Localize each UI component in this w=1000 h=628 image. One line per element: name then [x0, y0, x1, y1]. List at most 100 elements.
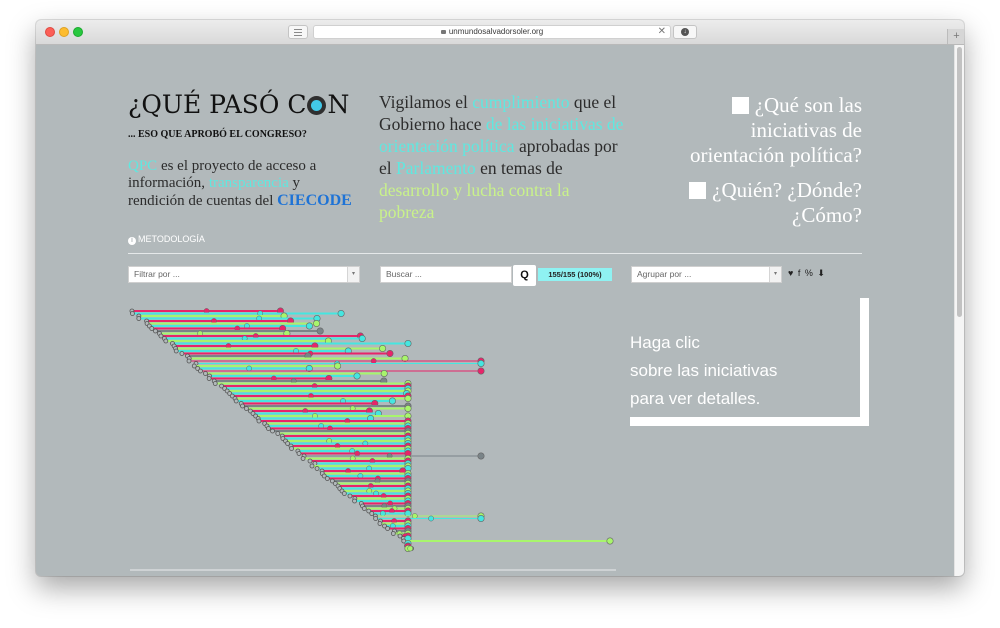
sidebar-toggle-icon[interactable] [288, 25, 308, 39]
site-logo[interactable]: ¿QUÉ PASÓ C N [128, 90, 349, 119]
initiative-end-marker[interactable] [404, 339, 412, 347]
initiative-end-marker[interactable] [313, 319, 321, 327]
group-by-select[interactable]: Agrupar por ... ▾ [631, 266, 782, 283]
initiative-start-marker[interactable] [361, 506, 367, 511]
browser-window: unmundosalvadorsoler.org ✕ ↓ + ¿QUÉ PASÓ… [36, 20, 964, 576]
search-button[interactable]: Q [513, 265, 536, 286]
title-bar: unmundosalvadorsoler.org ✕ ↓ + [36, 20, 964, 45]
logo-text-2: N [327, 90, 350, 119]
initiative-start-marker[interactable] [373, 516, 379, 521]
downloads-button[interactable]: ↓ [673, 25, 697, 39]
qpc-link[interactable]: QPC [128, 158, 157, 174]
initiative-start-marker[interactable] [390, 531, 396, 536]
initiative-end-marker[interactable] [404, 395, 412, 403]
initiative-end-marker[interactable] [334, 362, 342, 370]
initiative-start-marker[interactable] [179, 351, 185, 356]
initiatives-timeline-chart[interactable]: Ene-13 Ene-14 Ene-15 Ene-16 Ene-17 Ene-18 [126, 303, 626, 576]
initiative-start-marker[interactable] [212, 381, 218, 386]
initiative-start-marker[interactable] [385, 526, 391, 531]
x-tick-label: Ene-18 [544, 574, 572, 576]
initiative-start-marker[interactable] [307, 458, 313, 464]
initiative-start-marker[interactable] [369, 511, 375, 516]
page-content: ¿QUÉ PASÓ C N ... ESO QUE APROBÓ EL CONGR… [36, 45, 954, 576]
initiative-start-marker[interactable] [341, 491, 347, 496]
x-tick-label: Ene-17 [472, 574, 500, 576]
chevron-down-icon: ▾ [347, 267, 359, 282]
initiative-end-marker[interactable] [606, 537, 614, 545]
initiative-start-marker[interactable] [233, 398, 239, 404]
initiative-end-marker[interactable] [404, 405, 412, 413]
initiative-end-marker[interactable] [477, 359, 485, 367]
initiative-start-marker[interactable] [324, 476, 330, 481]
initiative-start-marker[interactable] [198, 368, 203, 374]
address-bar[interactable]: unmundosalvadorsoler.org ✕ [313, 25, 671, 39]
initiative-start-marker[interactable] [266, 426, 271, 431]
metodologia-link[interactable]: i METODOLOGÍA [128, 234, 205, 245]
initiative-start-marker[interactable] [256, 418, 262, 424]
search-input[interactable]: Buscar ... [380, 266, 512, 283]
initiative-end-marker[interactable] [353, 372, 361, 380]
initiative-end-marker[interactable] [477, 367, 485, 375]
close-window-button[interactable] [45, 27, 55, 37]
initiative-end-marker[interactable] [358, 334, 366, 342]
x-tick-label: Ene-14 [256, 574, 284, 576]
minimize-window-button[interactable] [59, 27, 69, 37]
initiative-start-marker[interactable] [173, 348, 179, 354]
initiative-end-marker[interactable] [337, 310, 345, 318]
initiative-end-marker[interactable] [380, 370, 388, 378]
initiative-milestone-marker[interactable] [407, 545, 414, 552]
question-quien-donde-como[interactable]: ¿Quién? ¿Dónde? ¿Cómo? [652, 178, 862, 228]
initiative-start-marker[interactable] [347, 493, 353, 499]
initiative-start-marker[interactable] [244, 406, 249, 411]
initiative-milestone-marker[interactable] [354, 450, 361, 457]
initiative-start-marker[interactable] [163, 338, 169, 344]
intro-text: QPC es el proyecto de acceso a informaci… [128, 158, 358, 210]
initiative-start-marker[interactable] [149, 326, 155, 331]
initiative-milestone-marker[interactable] [411, 513, 418, 519]
initiative-start-marker[interactable] [270, 428, 275, 434]
initiative-end-marker[interactable] [388, 397, 396, 405]
initiative-start-marker[interactable] [296, 451, 302, 456]
initiative-end-marker[interactable] [386, 349, 394, 357]
mission-text-4: en temas de [475, 158, 563, 178]
info-icon: i [128, 237, 136, 245]
details-panel: Haga clic sobre las iniciativas para ver… [630, 298, 869, 426]
scrollbar-thumb[interactable] [957, 47, 962, 317]
initiative-start-marker[interactable] [300, 456, 306, 461]
initiative-start-marker[interactable] [275, 431, 281, 436]
ciecode-link[interactable]: CIECODE [277, 192, 352, 209]
initiative-end-marker[interactable] [477, 515, 485, 523]
initiative-milestone-marker[interactable] [428, 515, 434, 522]
new-tab-button[interactable]: + [947, 29, 964, 44]
question-iniciativas[interactable]: ¿Qué son las iniciativas de orientación … [662, 93, 862, 168]
initiative-milestone-marker[interactable] [379, 510, 386, 517]
initiative-start-marker[interactable] [377, 521, 383, 526]
initiative-end-marker[interactable] [316, 327, 324, 335]
initiative-end-marker[interactable] [379, 344, 387, 352]
initiative-end-marker[interactable] [305, 322, 313, 330]
initiative-start-marker[interactable] [153, 328, 158, 334]
initiative-start-marker[interactable] [314, 466, 320, 471]
initiative-start-marker[interactable] [352, 498, 357, 504]
zoom-window-button[interactable] [73, 27, 83, 37]
initiative-start-marker[interactable] [309, 463, 315, 469]
initiative-start-marker[interactable] [186, 358, 192, 364]
initiative-start-marker[interactable] [130, 311, 135, 316]
filter-select[interactable]: Filtrar por ... ▾ [128, 266, 360, 283]
initiative-milestone-marker[interactable] [370, 358, 377, 364]
details-panel-line: Haga clic [630, 333, 700, 352]
initiative-start-marker[interactable] [203, 371, 208, 376]
details-panel-line: sobre las iniciativas [630, 361, 778, 380]
initiative-line[interactable] [404, 545, 414, 553]
initiative-line[interactable] [401, 537, 614, 545]
initiative-start-marker[interactable] [289, 446, 294, 451]
transparencia-link[interactable]: transparencia [209, 175, 289, 191]
share-icons[interactable]: ♥ f % ⬇ [788, 268, 826, 279]
initiative-end-marker[interactable] [477, 452, 485, 460]
eye-icon [307, 96, 327, 115]
initiative-milestone-marker[interactable] [246, 365, 253, 372]
initiative-start-marker[interactable] [206, 376, 212, 381]
initiative-start-marker[interactable] [136, 316, 142, 321]
initiative-start-marker[interactable] [240, 403, 245, 409]
clear-url-icon[interactable]: ✕ [658, 26, 666, 38]
